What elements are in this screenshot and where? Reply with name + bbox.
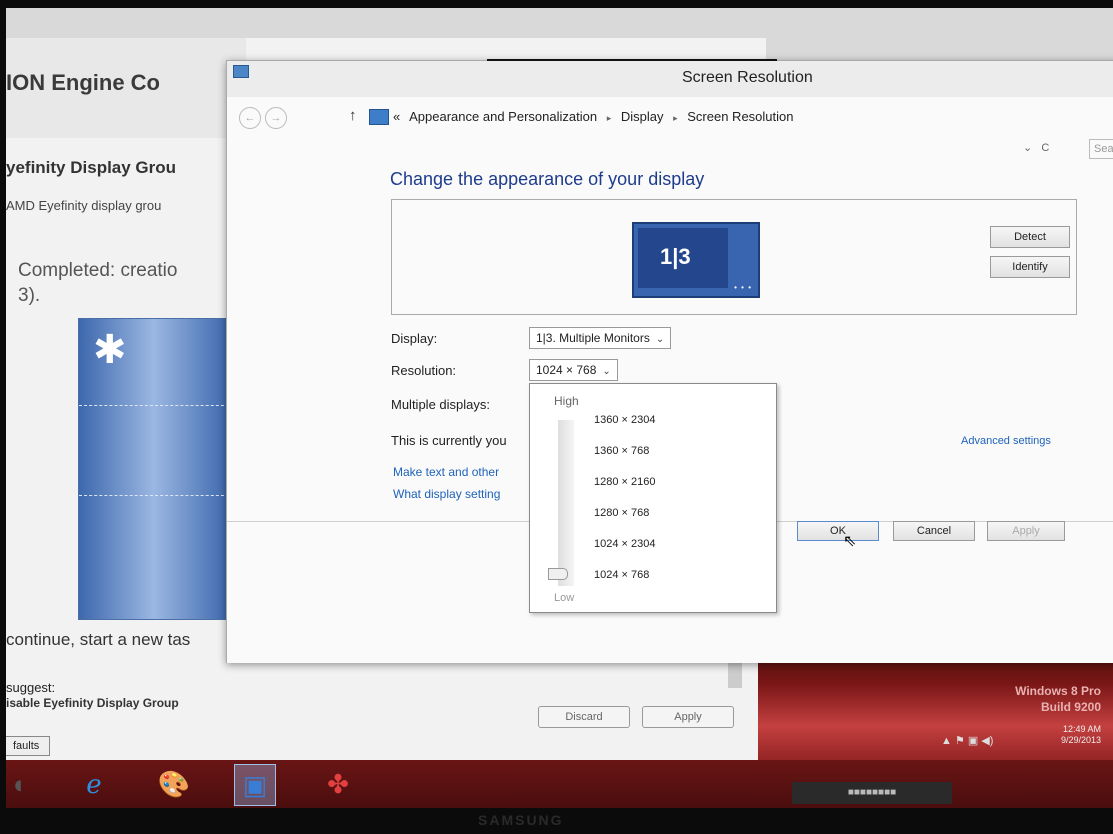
breadcrumb-item[interactable]: Screen Resolution <box>687 109 793 124</box>
amd-completed-line2: 3). <box>18 285 41 306</box>
amd-description: AMD Eyefinity display grou <box>6 198 162 213</box>
resolution-slider-track[interactable] <box>558 420 574 586</box>
slider-high-label: High <box>554 394 579 408</box>
display-label: Display: <box>391 331 438 346</box>
dialog-title-bar[interactable]: Screen Resolution <box>227 61 1113 97</box>
windows-build: Build 9200 <box>1040 700 1101 714</box>
display-icon <box>369 109 389 125</box>
display-value: 1|3. Multiple Monitors <box>536 331 650 345</box>
back-icon[interactable]: ← <box>239 107 261 129</box>
resolution-option[interactable]: 1280 × 2160 <box>594 476 655 488</box>
identify-button[interactable]: Identify <box>990 256 1070 278</box>
breadcrumb-separator-icon: ▸ <box>673 113 678 123</box>
dialog-title: Screen Resolution <box>682 69 813 86</box>
resolution-option[interactable]: 1360 × 2304 <box>594 414 655 426</box>
disable-eyefinity-link[interactable]: isable Eyefinity Display Group <box>6 696 179 710</box>
display-preview: 1|3 • • • Detect Identify <box>391 199 1077 315</box>
monitor-screen: 1|3 <box>638 228 728 288</box>
current-display-text: This is currently you <box>391 433 507 448</box>
monitor-sticker: ■■■■■■■■ <box>792 782 952 804</box>
slider-low-label: Low <box>554 592 575 604</box>
ok-button[interactable]: OK <box>797 521 879 541</box>
display-settings-help-link[interactable]: What display setting <box>393 487 500 501</box>
resolution-select[interactable]: 1024 × 768 ⌄ <box>529 359 618 381</box>
address-controls[interactable]: ⌄ C <box>1023 141 1049 154</box>
resolution-option[interactable]: 1360 × 768 <box>594 445 649 457</box>
amd-continue-text: continue, start a new tas <box>6 630 191 649</box>
monitor-label: 1|3 <box>660 244 691 269</box>
paint-icon[interactable]: 🎨 <box>154 764 194 804</box>
resolution-label: Resolution: <box>391 363 457 378</box>
cancel-button[interactable]: Cancel <box>893 521 975 541</box>
resolution-option[interactable]: 1024 × 2304 <box>594 538 655 550</box>
amd-apply-button[interactable]: Apply <box>642 706 734 728</box>
resolution-value: 1024 × 768 <box>536 363 597 377</box>
amd-catalyst-icon[interactable]: ✤ <box>318 764 358 804</box>
internet-explorer-icon[interactable]: ℯ <box>74 764 114 804</box>
up-icon[interactable]: ↑ <box>349 107 357 124</box>
amd-completed-text: Completed: creatio 3). <box>18 258 177 308</box>
breadcrumb-prefix: « <box>393 109 401 124</box>
amd-subtitle: yefinity Display Grou <box>6 158 177 177</box>
resolution-option[interactable]: 1280 × 768 <box>594 507 649 519</box>
page-heading: Change the appearance of your display <box>390 169 705 189</box>
control-panel-icon <box>233 65 249 78</box>
windows-edition: Windows 8 Pro <box>1015 684 1101 698</box>
discard-button[interactable]: Discard <box>538 706 630 728</box>
star-icon: ✱ <box>93 328 127 372</box>
screen: ION Engine Co yefinity Display Grou AMD … <box>6 8 1113 808</box>
start-edge[interactable]: ◖ <box>6 764 38 804</box>
breadcrumb-item[interactable]: Display <box>621 109 664 124</box>
display-select[interactable]: 1|3. Multiple Monitors ⌄ <box>529 327 672 349</box>
breadcrumb-separator-icon: ▸ <box>606 113 612 123</box>
breadcrumb[interactable]: « Appearance and Personalization ▸ Displ… <box>393 109 799 124</box>
advanced-settings-link[interactable]: Advanced settings <box>961 435 1051 447</box>
system-clock[interactable]: 12:49 AM 9/29/2013 <box>1061 724 1101 746</box>
clock-date: 9/29/2013 <box>1060 735 1101 745</box>
detect-button[interactable]: Detect <box>990 226 1070 248</box>
multiple-displays-label: Multiple displays: <box>391 397 490 412</box>
chevron-down-icon: ⌄ <box>602 366 611 377</box>
text-size-link[interactable]: Make text and other <box>393 465 499 479</box>
mouse-cursor-icon: ⇖ <box>843 533 857 550</box>
resolution-option[interactable]: 1024 × 768 <box>594 569 649 581</box>
search-input[interactable]: Sear <box>1089 139 1113 159</box>
breadcrumb-item[interactable]: Appearance and Personalization <box>409 109 597 124</box>
graphic-divider <box>79 405 229 406</box>
tray-icons[interactable]: ▲ ⚑ ▣ ◀) <box>941 734 993 747</box>
monitor-dots: • • • <box>734 283 752 292</box>
monitor-brand-logo: SAMSUNG <box>478 812 564 828</box>
monitor-icon[interactable]: 1|3 • • • <box>632 222 760 298</box>
clock-time: 12:49 AM <box>1062 724 1101 734</box>
amd-title: ION Engine Co <box>6 70 160 95</box>
apply-button[interactable]: Apply <box>987 521 1065 541</box>
eyefinity-graphic: ✱ <box>78 318 230 620</box>
screen-resolution-icon[interactable]: ▣ <box>234 764 276 806</box>
amd-completed-line1: Completed: creatio <box>18 260 178 281</box>
chevron-down-icon: ⌄ <box>655 334 665 345</box>
amd-suggest-label: suggest: <box>6 680 56 695</box>
screen-resolution-dialog: Screen Resolution ← → ↑ « Appearance and… <box>226 59 1113 663</box>
defaults-button[interactable]: faults <box>6 736 51 756</box>
forward-icon[interactable]: → <box>265 107 287 129</box>
resolution-slider-thumb[interactable] <box>548 568 568 580</box>
graphic-divider <box>79 495 229 496</box>
resolution-dropdown[interactable]: High 1360 × 2304 1360 × 768 1280 × 2160 … <box>529 383 777 613</box>
